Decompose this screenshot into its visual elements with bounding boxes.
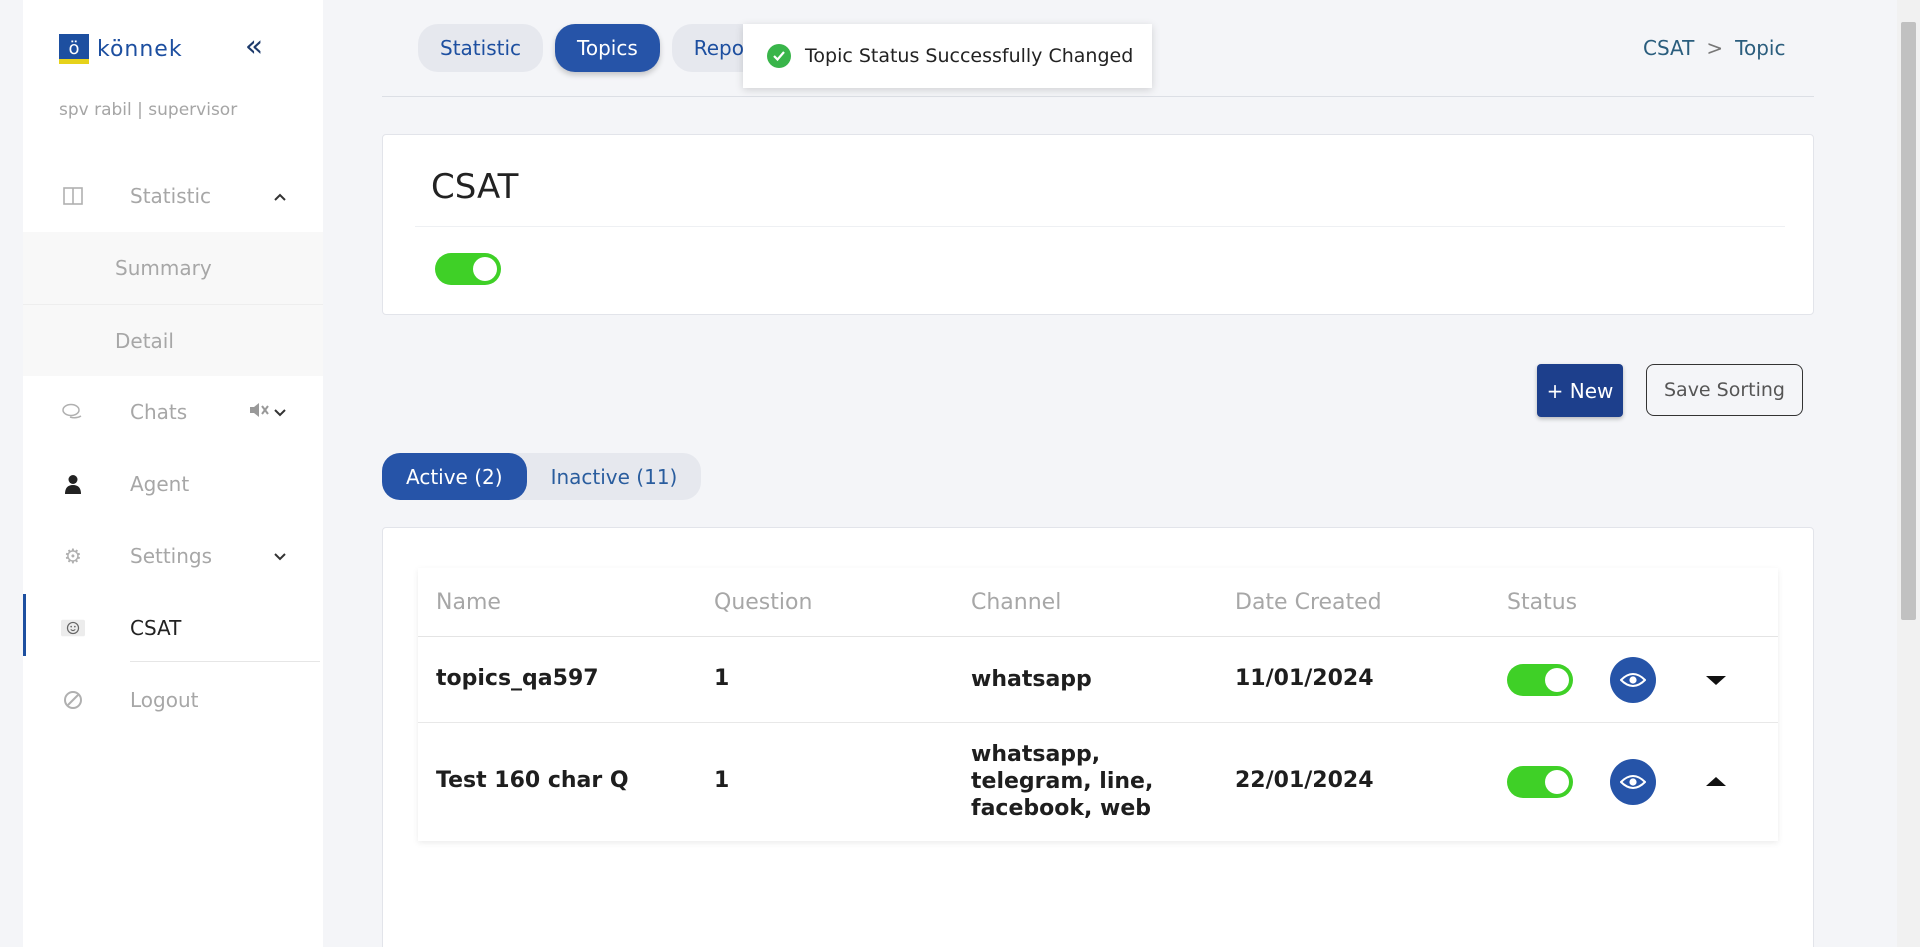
sidebar-item-label: Statistic — [130, 184, 212, 208]
channel-line: whatsapp, — [971, 742, 1101, 767]
active-indicator — [23, 594, 26, 656]
chevron-up-icon — [273, 186, 287, 207]
sidebar-item-label: CSAT — [130, 616, 182, 640]
logo-text: könnek — [97, 36, 183, 62]
collapse-sidebar-button[interactable]: « — [238, 28, 270, 64]
tab-topics[interactable]: Topics — [555, 24, 660, 72]
table-row[interactable]: Test 160 char Q 1 whatsapp, telegram, li… — [418, 723, 1778, 841]
channel-line: facebook, web — [971, 796, 1151, 821]
tab-active[interactable]: Active (2) — [382, 453, 527, 500]
topic-channel: whatsapp, telegram, line, facebook, web — [971, 741, 1153, 822]
columns-icon — [61, 184, 85, 208]
status-tabs: Active (2) Inactive (11) — [382, 453, 702, 500]
divider — [382, 96, 1814, 97]
column-header-channel[interactable]: Channel — [971, 589, 1061, 616]
topics-table-card: Name Question Channel Date Created Statu… — [382, 527, 1814, 947]
statistic-submenu: Summary Detail — [23, 232, 323, 376]
topics-table: Name Question Channel Date Created Statu… — [418, 568, 1778, 841]
sidebar-item-chats[interactable]: Chats — [23, 376, 323, 448]
breadcrumb-separator: > — [1706, 36, 1724, 60]
chat-bubbles-icon — [61, 400, 85, 424]
sidebar-item-agent[interactable]: Agent — [23, 448, 323, 520]
csat-enabled-toggle[interactable] — [435, 253, 501, 285]
topic-date-created: 22/01/2024 — [1235, 768, 1374, 793]
sidebar-item-label: Chats — [130, 400, 188, 424]
topic-question-count: 1 — [714, 768, 730, 793]
sidebar: ö könnek « spv rabil | supervisor Statis… — [23, 0, 323, 947]
success-toast: Topic Status Successfully Changed — [743, 24, 1152, 88]
table-header: Name Question Channel Date Created Statu… — [418, 568, 1778, 637]
column-header-question[interactable]: Question — [714, 590, 812, 615]
chevron-down-icon — [273, 402, 287, 423]
page-title: CSAT — [431, 167, 519, 207]
breadcrumb: CSAT > Topic — [1643, 36, 1785, 60]
topic-channel: whatsapp — [971, 667, 1092, 692]
sidebar-item-settings[interactable]: ⚙ Settings — [23, 520, 323, 592]
eye-icon — [1610, 759, 1656, 805]
breadcrumb-csat[interactable]: CSAT — [1643, 36, 1694, 60]
brand-logo[interactable]: ö könnek — [59, 34, 183, 64]
divider — [415, 226, 1785, 227]
user-info: spv rabil | supervisor — [59, 100, 238, 120]
sidebar-item-label: Logout — [130, 688, 199, 712]
view-topic-button[interactable] — [1610, 657, 1656, 703]
column-header-status[interactable]: Status — [1507, 590, 1577, 615]
sidebar-item-statistic[interactable]: Statistic — [23, 160, 323, 232]
eye-icon — [1610, 657, 1656, 703]
topic-date-created: 11/01/2024 — [1235, 666, 1374, 691]
sidebar-item-detail[interactable]: Detail — [23, 304, 323, 376]
tab-inactive[interactable]: Inactive (11) — [527, 453, 702, 500]
scrollbar-thumb[interactable] — [1901, 22, 1916, 620]
topic-name: topics_qa597 — [436, 666, 599, 691]
table-row[interactable]: topics_qa597 1 whatsapp 11/01/2024 — [418, 637, 1778, 723]
tab-statistic[interactable]: Statistic — [418, 24, 544, 72]
csat-card: CSAT — [382, 134, 1814, 315]
top-tabs: Statistic Topics Repo — [418, 24, 766, 72]
view-topic-button[interactable] — [1610, 759, 1656, 805]
sidebar-item-logout[interactable]: Logout — [23, 664, 323, 736]
breadcrumb-topic[interactable]: Topic — [1735, 36, 1785, 60]
column-header-name[interactable]: Name — [436, 590, 501, 615]
caret-down-icon — [1696, 660, 1736, 700]
sidebar-nav: Statistic Summary Detail Chats Agent ⚙ S… — [23, 160, 323, 736]
chevron-down-icon — [273, 546, 287, 567]
muted-speaker-icon[interactable] — [248, 400, 270, 425]
sidebar-item-label: Agent — [130, 472, 190, 496]
new-topic-button[interactable]: + New — [1537, 364, 1623, 417]
channel-line: telegram, line, — [971, 769, 1154, 794]
save-sorting-button[interactable]: Save Sorting — [1646, 364, 1803, 416]
toast-message: Topic Status Successfully Changed — [805, 45, 1134, 67]
expand-row-button[interactable] — [1696, 660, 1736, 700]
collapse-row-button[interactable] — [1696, 762, 1736, 802]
sidebar-item-csat[interactable]: CSAT — [23, 592, 323, 664]
gear-icon: ⚙ — [64, 544, 82, 568]
topic-question-count: 1 — [714, 666, 730, 691]
sidebar-item-summary[interactable]: Summary — [23, 232, 323, 304]
caret-up-icon — [1696, 762, 1736, 802]
topic-status-toggle[interactable] — [1507, 766, 1573, 798]
sidebar-item-label: Settings — [130, 544, 213, 568]
check-circle-icon — [767, 44, 791, 68]
person-icon — [61, 472, 85, 496]
column-header-date-created[interactable]: Date Created — [1235, 590, 1382, 615]
topic-status-toggle[interactable] — [1507, 664, 1573, 696]
scrollbar[interactable] — [1897, 0, 1920, 947]
ban-icon — [61, 688, 85, 712]
topic-name: Test 160 char Q — [436, 768, 629, 793]
smiley-icon — [61, 616, 85, 640]
divider — [130, 661, 320, 662]
logo-mark: ö — [59, 34, 89, 64]
